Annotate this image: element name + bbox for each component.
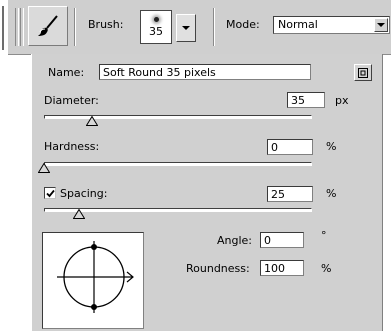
hardness-field[interactable]: 0: [267, 139, 313, 155]
angle-label: Angle:: [217, 234, 253, 247]
brush-size: 35: [149, 25, 163, 38]
soft-brush-icon: [153, 17, 159, 22]
spacing-label: Spacing:: [60, 187, 108, 200]
brush-palette: Name: Soft Round 35 pixels Diameter: 35 …: [31, 54, 383, 331]
spacing-unit: %: [326, 187, 337, 200]
roundness-unit: %: [321, 262, 332, 275]
spacing-checkbox[interactable]: [44, 187, 56, 199]
angle-field[interactable]: 0: [260, 232, 304, 248]
options-bar: Brush: 35 Mode: Normal: [8, 0, 391, 55]
checkmark-icon: [45, 189, 55, 197]
brush-tool-icon: [38, 15, 58, 36]
mode-select[interactable]: Normal: [273, 16, 390, 34]
separator: [213, 8, 215, 46]
diameter-label: Diameter:: [44, 94, 99, 107]
name-label: Name:: [48, 66, 85, 79]
new-brush-icon: [358, 67, 368, 78]
diameter-slider[interactable]: [44, 115, 312, 119]
brush-name-field[interactable]: Soft Round 35 pixels: [99, 64, 311, 80]
chevron-down-icon: [182, 26, 190, 30]
hardness-slider[interactable]: [44, 162, 312, 166]
brush-label: Brush:: [88, 18, 124, 31]
angle-roundness-preview[interactable]: [42, 232, 144, 329]
brush-tip-shape-icon: [57, 241, 134, 313]
brush-picker-button[interactable]: [176, 14, 196, 42]
diameter-field[interactable]: 35: [287, 92, 325, 108]
new-brush-button[interactable]: [354, 64, 372, 81]
diameter-unit: px: [335, 94, 349, 107]
separator: [74, 8, 76, 46]
options-bar-grip[interactable]: [15, 8, 19, 46]
mode-label: Mode:: [226, 18, 260, 31]
roundness-label: Roundness:: [186, 262, 250, 275]
hardness-slider-thumb[interactable]: [38, 163, 50, 173]
spacing-field[interactable]: 25: [267, 186, 313, 202]
brush-preview[interactable]: 35: [140, 10, 172, 44]
chevron-down-icon: [377, 23, 385, 27]
spacing-slider-thumb[interactable]: [72, 209, 85, 219]
options-bar-grip-2[interactable]: [20, 8, 24, 46]
hardness-unit: %: [326, 140, 337, 153]
diameter-slider-thumb[interactable]: [86, 116, 99, 126]
hardness-label: Hardness:: [44, 140, 100, 153]
left-edge: [0, 0, 6, 331]
roundness-field[interactable]: 100: [260, 260, 304, 276]
mode-value: Normal: [278, 18, 318, 31]
tool-preset-picker[interactable]: [28, 6, 68, 46]
angle-unit: °: [321, 229, 327, 242]
